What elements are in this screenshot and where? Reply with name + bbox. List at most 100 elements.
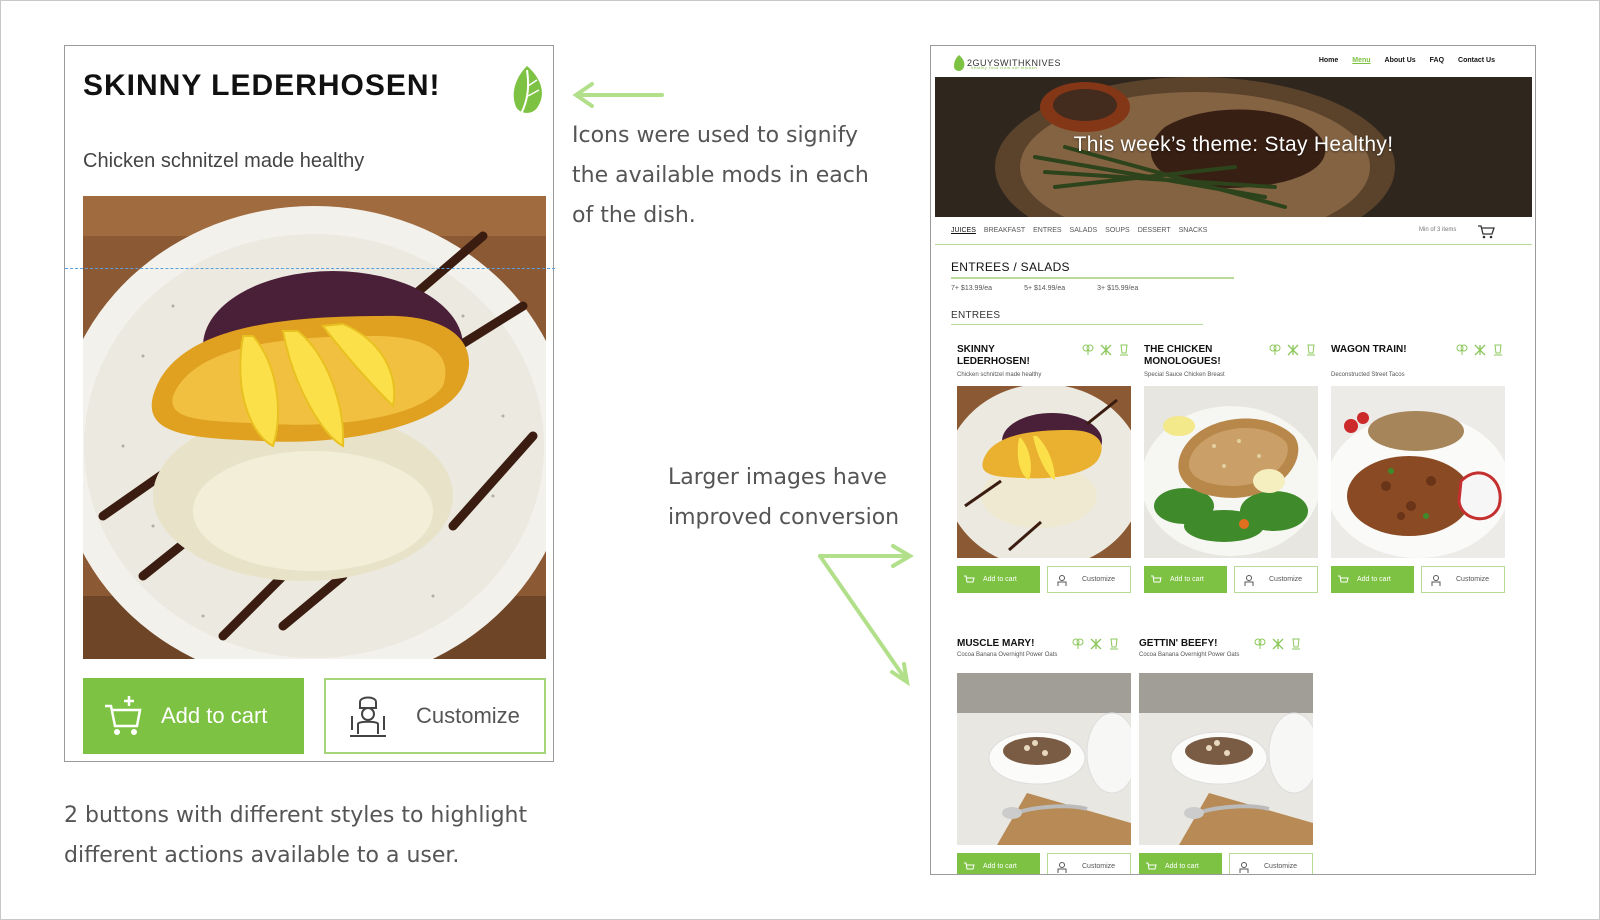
dish-card-large: SKINNY LEDERHOSEN! Chicken schnitzel mad… <box>64 45 555 762</box>
broccoli-icon <box>1082 344 1094 355</box>
price-tier: 7+ $13.99/ea <box>951 285 993 292</box>
tab-snacks[interactable]: SNACKS <box>1179 227 1208 234</box>
cart-icon <box>1151 575 1162 582</box>
note-buttons: 2 buttons with different styles to highl… <box>64 803 528 868</box>
add-label: Add to cart <box>983 863 1017 870</box>
customize-label: Customize <box>416 703 520 728</box>
card-desc: Cocoa Banana Overnight Power Oats <box>1139 652 1240 658</box>
dish-card: THE CHICKEN MONOLOGUES! Special Sauce Ch… <box>1144 344 1318 604</box>
card-photo <box>1144 386 1318 558</box>
add-label: Add to cart <box>983 576 1017 583</box>
glass-icon <box>1494 344 1502 356</box>
card-title: GETTIN' BEEFY! <box>1139 638 1218 649</box>
chef-icon <box>1239 861 1249 873</box>
chef-icon <box>350 696 386 737</box>
mod-icons <box>1455 344 1505 356</box>
leaf-icon <box>513 66 542 115</box>
card-title: THE CHICKEN MONOLOGUES! <box>1144 344 1221 367</box>
broccoli-icon <box>1456 344 1468 355</box>
customize-button[interactable]: Customize <box>1047 566 1131 593</box>
leaf-logo-icon <box>954 55 965 71</box>
note-images: Larger images have improved conversion <box>668 465 900 530</box>
section-underline <box>951 277 1234 279</box>
card-desc: Special Sauce Chicken Breast <box>1144 372 1225 378</box>
chef-icon <box>1057 574 1067 586</box>
tab-salads[interactable]: SALADS <box>1070 227 1098 234</box>
mod-icons <box>1081 344 1131 356</box>
glass-icon <box>1307 344 1315 356</box>
cart-icon <box>964 862 975 869</box>
mod-icons <box>1253 638 1303 650</box>
nav-menu[interactable]: Menu <box>1352 57 1370 64</box>
add-label: Add to cart <box>1165 863 1199 870</box>
card-photo <box>957 386 1131 558</box>
tab-juices[interactable]: JUICES <box>951 227 976 234</box>
chef-icon <box>1431 574 1441 586</box>
note-icons: Icons were used to signify the available… <box>572 123 869 228</box>
no-utensils-icon <box>1272 638 1284 650</box>
card-photo <box>957 673 1131 845</box>
customize-button[interactable]: Customize <box>324 678 546 754</box>
glass-icon <box>1292 638 1300 650</box>
add-to-cart-button[interactable]: Add to cart <box>1331 566 1414 593</box>
customize-label: Customize <box>1264 863 1298 870</box>
add-to-cart-button[interactable]: Add to cart <box>1144 566 1227 593</box>
add-to-cart-label: Add to cart <box>161 703 268 728</box>
add-to-cart-button[interactable]: Add to cart <box>83 678 304 754</box>
dish-card: MUSCLE MARY! Cocoa Banana Overnight Powe… <box>957 638 1131 874</box>
cart-icon <box>1146 862 1157 869</box>
add-label: Add to cart <box>1357 576 1391 583</box>
site-logo[interactable]: 2GUYSWITHKNIVES healthy food from our ki… <box>951 54 1061 72</box>
card-title: SKINNY LEDERHOSEN! <box>957 344 1030 367</box>
cart-icon[interactable] <box>1477 223 1495 239</box>
hero-title: This week’s theme: Stay Healthy! <box>1073 133 1394 156</box>
category-divider <box>935 244 1532 245</box>
tab-dessert[interactable]: DESSERT <box>1138 227 1171 234</box>
add-to-cart-button[interactable]: Add to cart <box>957 853 1040 874</box>
customize-label: Customize <box>1082 576 1116 583</box>
chef-icon <box>1244 574 1254 586</box>
nav-about[interactable]: About Us <box>1385 57 1416 64</box>
subsection-underline <box>951 324 1203 325</box>
no-utensils-icon <box>1090 638 1102 650</box>
nav-home[interactable]: Home <box>1319 57 1338 64</box>
no-utensils-icon <box>1287 344 1299 356</box>
customize-button[interactable]: Customize <box>1229 853 1313 874</box>
no-utensils-icon <box>1474 344 1486 356</box>
subsection-title: ENTREES <box>951 310 1001 321</box>
broccoli-icon <box>1254 638 1266 649</box>
top-nav: Home Menu About Us FAQ Contact Us <box>1319 57 1495 64</box>
glass-icon <box>1110 638 1118 650</box>
tab-breakfast[interactable]: BREAKFAST <box>984 227 1025 234</box>
card-photo <box>1331 386 1505 558</box>
customize-button[interactable]: Customize <box>1421 566 1505 593</box>
dish-card: GETTIN' BEEFY! Cocoa Banana Overnight Po… <box>1139 638 1313 874</box>
price-tier: 5+ $14.99/ea <box>1024 285 1066 292</box>
section-title: ENTREES / SALADS <box>951 260 1070 274</box>
nav-faq[interactable]: FAQ <box>1430 57 1444 64</box>
card-desc: Chicken schnitzel made healthy <box>957 372 1042 378</box>
card-desc: Cocoa Banana Overnight Power Oats <box>957 652 1058 658</box>
hero-banner: This week’s theme: Stay Healthy! <box>935 77 1532 217</box>
nav-contact[interactable]: Contact Us <box>1458 57 1495 64</box>
cart-icon <box>105 696 142 735</box>
add-to-cart-button[interactable]: Add to cart <box>957 566 1040 593</box>
customize-label: Customize <box>1269 576 1303 583</box>
website-mockup: 2GUYSWITHKNIVES healthy food from our ki… <box>930 45 1536 875</box>
card-title: WAGON TRAIN! <box>1331 344 1407 355</box>
tab-soups[interactable]: SOUPS <box>1105 227 1130 234</box>
customize-label: Customize <box>1082 863 1116 870</box>
add-to-cart-button[interactable]: Add to cart <box>1139 853 1222 874</box>
logo-tagline: healthy food from our kitchen <box>971 65 1038 70</box>
dish-subtitle: Chicken schnitzel made healthy <box>83 150 365 172</box>
broccoli-icon <box>1269 344 1281 355</box>
tab-entres[interactable]: ENTRES <box>1033 227 1061 234</box>
cart-icon <box>1338 575 1349 582</box>
customize-button[interactable]: Customize <box>1234 566 1318 593</box>
price-tiers: 7+ $13.99/ea 5+ $14.99/ea 3+ $15.99/ea <box>951 285 1138 292</box>
dish-title: SKINNY LEDERHOSEN! <box>83 69 441 102</box>
broccoli-icon <box>1072 638 1084 649</box>
customize-button[interactable]: Customize <box>1047 853 1131 874</box>
customize-label: Customize <box>1456 576 1490 583</box>
no-utensils-icon <box>1100 344 1112 356</box>
